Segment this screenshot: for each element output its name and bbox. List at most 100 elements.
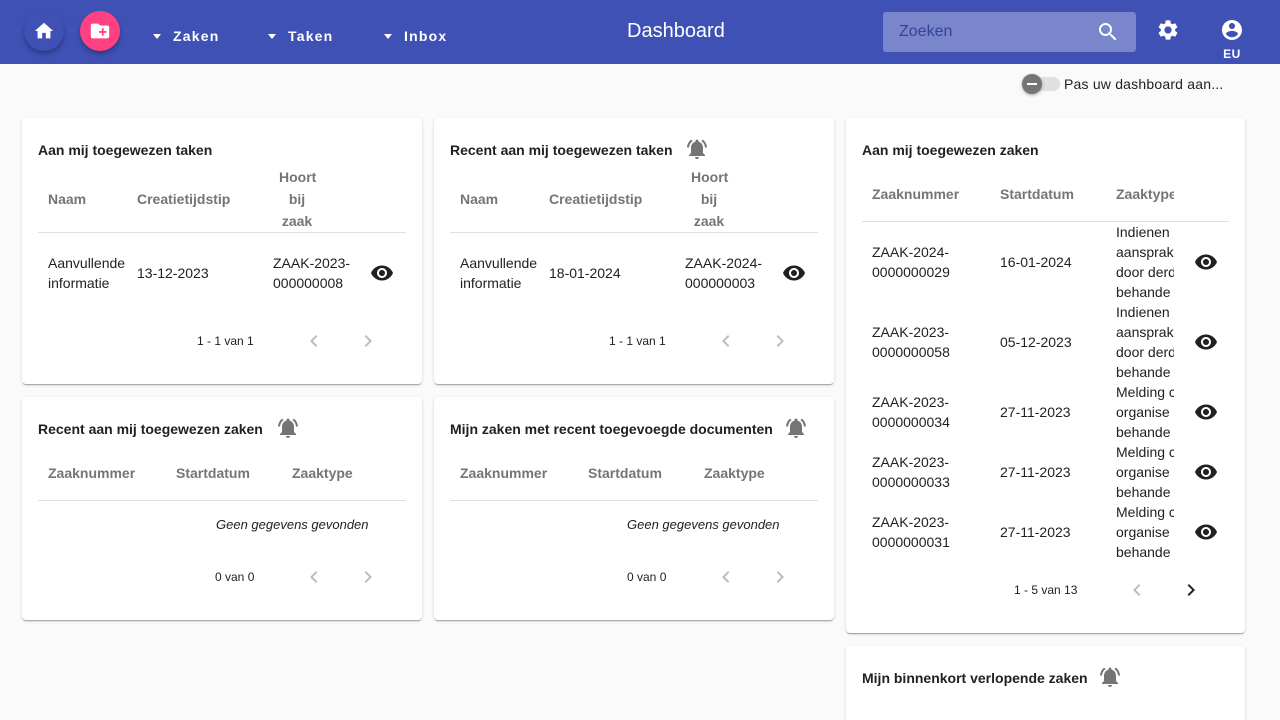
chevron-right-icon[interactable]	[356, 565, 380, 589]
toggle-track[interactable]	[1022, 74, 1060, 94]
cell-creatietijdstip: 13-12-2023	[137, 265, 209, 281]
cell-zaaktype: Melding c organise behande	[1116, 384, 1174, 440]
nav-inbox-button[interactable]: Inbox	[384, 20, 447, 52]
cell-zaak[interactable]: ZAAK-2023- 000000008	[273, 253, 351, 293]
card-recent-documents: Mijn zaken met recent toegevoegde docume…	[434, 397, 834, 620]
card-recent-zaken: Recent aan mij toegewezen zaken Zaaknumm…	[22, 397, 422, 620]
col-header-bij[interactable]: bij	[279, 191, 315, 207]
view-eye-icon[interactable]	[1194, 250, 1218, 274]
cell-naam: Aanvullende informatie	[460, 255, 538, 291]
nav-inbox-label: Inbox	[404, 28, 448, 44]
card-expiring-zaken: Mijn binnenkort verlopende zaken	[846, 646, 1245, 720]
chevron-right-icon[interactable]	[1179, 578, 1203, 602]
view-eye-icon[interactable]	[1194, 330, 1218, 354]
home-icon	[34, 22, 54, 39]
paginator-range: 1 - 1 van 1	[197, 334, 254, 348]
nav-zaken-label: Zaken	[173, 28, 220, 44]
toggle-thumb[interactable]	[1022, 74, 1042, 94]
cell-zaaknummer[interactable]: ZAAK-2023- 0000000034	[872, 392, 950, 432]
notifications-bell-icon	[687, 139, 707, 159]
search-input[interactable]	[899, 12, 1089, 52]
chevron-right-icon[interactable]	[768, 565, 792, 589]
customize-dashboard-toggle[interactable]: Pas uw dashboard aan...	[1022, 74, 1224, 94]
col-header-creatietijdstip[interactable]: Creatietijdstip	[549, 191, 642, 207]
paginator-range: 0 van 0	[215, 570, 255, 584]
paginator-range: 1 - 1 van 1	[609, 334, 666, 348]
card-my-zaken: Aan mij toegewezen zaken Zaaknummer Star…	[846, 118, 1245, 633]
card-recent-tasks: Recent aan mij toegewezen taken Naam Cre…	[434, 118, 834, 384]
col-header-zaaknummer[interactable]: Zaaknummer	[48, 465, 135, 481]
user-menu-button[interactable]: EU	[1218, 18, 1246, 61]
chevron-left-icon[interactable]	[302, 565, 326, 589]
divider	[38, 232, 406, 233]
cell-startdatum: 27-11-2023	[1000, 524, 1071, 540]
chevron-left-icon[interactable]	[1125, 578, 1149, 602]
home-button[interactable]	[24, 11, 64, 51]
new-zaak-button[interactable]	[80, 11, 120, 51]
card-title: Recent aan mij toegewezen zaken	[38, 421, 263, 437]
caret-down-icon	[153, 33, 161, 39]
col-header-hoort[interactable]: Hoort	[691, 169, 728, 185]
caret-down-icon	[268, 33, 276, 39]
paginator-range: 0 van 0	[627, 570, 667, 584]
col-header-startdatum[interactable]: Startdatum	[1000, 186, 1074, 202]
view-eye-icon[interactable]	[370, 261, 394, 285]
cell-startdatum: 16-01-2024	[1000, 254, 1072, 270]
nav-zaken-button[interactable]: Zaken	[153, 20, 219, 52]
empty-message: Geen gegevens gevonden	[216, 517, 369, 532]
col-header-naam[interactable]: Naam	[48, 191, 86, 207]
empty-message: Geen gegevens gevonden	[627, 517, 780, 532]
cell-zaaknummer[interactable]: ZAAK-2023- 0000000031	[872, 512, 950, 552]
chevron-right-icon[interactable]	[356, 329, 380, 353]
account-circle-icon	[1222, 20, 1242, 40]
nav-taken-button[interactable]: Taken	[268, 20, 333, 52]
chevron-right-icon[interactable]	[768, 329, 792, 353]
cell-creatietijdstip: 18-01-2024	[549, 265, 621, 281]
view-eye-icon[interactable]	[1194, 520, 1218, 544]
notifications-bell-icon	[278, 418, 298, 438]
cell-startdatum: 05-12-2023	[1000, 334, 1072, 350]
toggle-label: Pas uw dashboard aan...	[1064, 76, 1224, 92]
chevron-left-icon[interactable]	[302, 329, 326, 353]
col-header-bij[interactable]: bij	[691, 191, 727, 207]
col-header-zaaktype[interactable]: Zaaktype	[704, 465, 765, 481]
search-box	[883, 12, 1136, 52]
col-header-zaaknummer[interactable]: Zaaknummer	[460, 465, 547, 481]
card-title: Aan mij toegewezen taken	[38, 142, 213, 158]
settings-gear-icon[interactable]	[1156, 18, 1180, 42]
top-toolbar: Zaken Taken Inbox Dashboard EU	[0, 0, 1280, 64]
caret-down-icon	[384, 33, 392, 39]
col-header-hoort[interactable]: Hoort	[279, 169, 316, 185]
col-header-zaaktype[interactable]: Zaaktype	[292, 465, 353, 481]
col-header-zaaktype[interactable]: Zaaktype	[1116, 186, 1174, 202]
col-header-zaaknummer[interactable]: Zaaknummer	[872, 186, 959, 202]
col-header-zaak[interactable]: zaak	[691, 213, 727, 229]
notifications-bell-icon	[1100, 667, 1120, 687]
cell-zaak[interactable]: ZAAK-2024- 000000003	[685, 253, 763, 293]
col-header-zaak[interactable]: zaak	[279, 213, 315, 229]
divider	[38, 500, 406, 501]
col-header-creatietijdstip[interactable]: Creatietijdstip	[137, 191, 230, 207]
divider	[450, 500, 818, 501]
chevron-left-icon[interactable]	[714, 329, 738, 353]
col-header-startdatum[interactable]: Startdatum	[176, 465, 250, 481]
view-eye-icon[interactable]	[1194, 460, 1218, 484]
cell-zaaktype: Indienen aansprak door derd behande	[1116, 304, 1174, 380]
view-eye-icon[interactable]	[1194, 400, 1218, 424]
notifications-bell-icon	[786, 418, 806, 438]
card-title: Mijn binnenkort verlopende zaken	[862, 670, 1088, 686]
cell-naam: Aanvullende informatie	[48, 255, 126, 291]
col-header-startdatum[interactable]: Startdatum	[588, 465, 662, 481]
cell-zaaknummer[interactable]: ZAAK-2024- 0000000029	[872, 242, 950, 282]
cell-startdatum: 27-11-2023	[1000, 404, 1071, 420]
nav-taken-label: Taken	[288, 28, 334, 44]
cell-zaaknummer[interactable]: ZAAK-2023- 0000000058	[872, 322, 950, 362]
card-title: Recent aan mij toegewezen taken	[450, 142, 673, 158]
divider	[450, 232, 818, 233]
chevron-left-icon[interactable]	[714, 565, 738, 589]
search-icon[interactable]	[1096, 20, 1120, 44]
col-header-naam[interactable]: Naam	[460, 191, 498, 207]
cell-zaaknummer[interactable]: ZAAK-2023- 0000000033	[872, 452, 950, 492]
view-eye-icon[interactable]	[782, 261, 806, 285]
create-new-folder-icon	[90, 23, 110, 39]
